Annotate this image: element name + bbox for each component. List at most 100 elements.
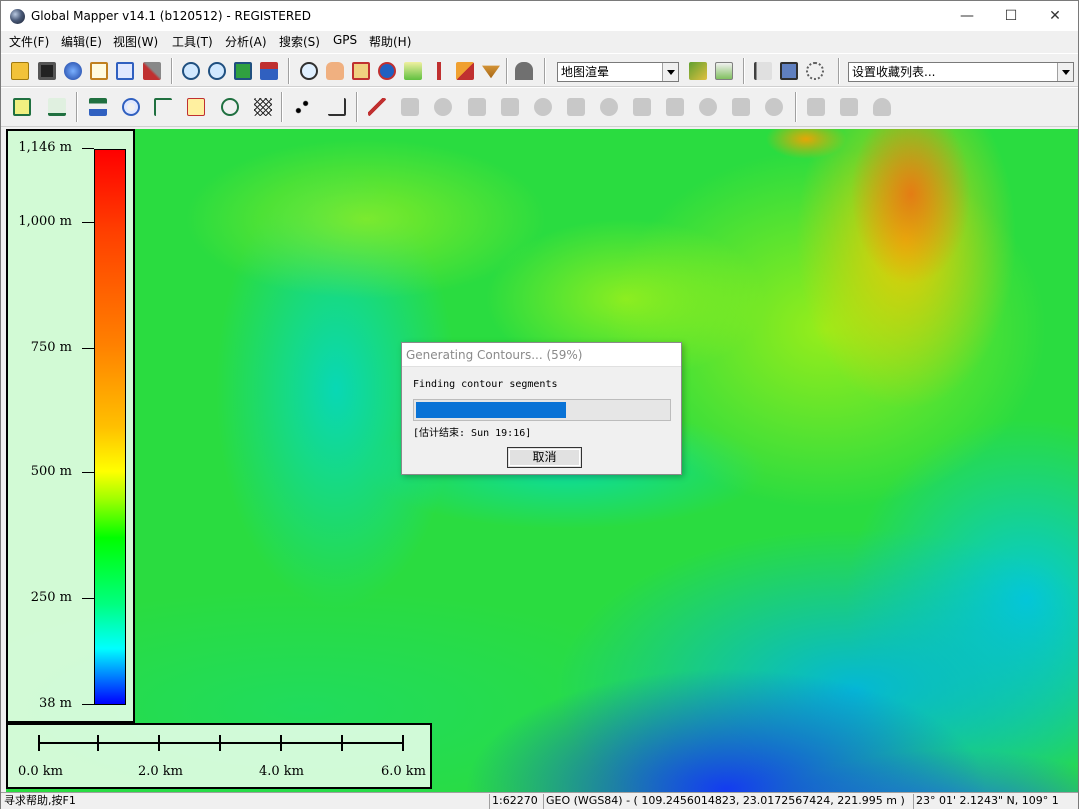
scale-tick (280, 735, 282, 751)
line-offset-button[interactable] (148, 91, 178, 123)
config-button[interactable] (112, 58, 138, 84)
disabled-tool-icon (534, 98, 552, 116)
control-center-button[interactable] (86, 58, 112, 84)
main-toolbar: 地图渲晕 设置收藏列表... (1, 53, 1078, 87)
disabled-tool-6[interactable] (561, 91, 591, 123)
menu-tools[interactable]: 工具(T) (172, 33, 213, 50)
zoom-in-button[interactable] (178, 58, 204, 84)
scale-tick (341, 735, 343, 751)
undo-button[interactable] (867, 91, 897, 123)
minimize-button[interactable]: — (944, 1, 990, 31)
crosshair-icon (806, 62, 824, 80)
disabled-tool-10[interactable] (693, 91, 723, 123)
zoom-out-button[interactable] (204, 58, 230, 84)
disabled-tool-9[interactable] (660, 91, 690, 123)
disabled-tool-14[interactable] (834, 91, 864, 123)
path-profile-button[interactable] (400, 58, 426, 84)
shader-select[interactable]: 地图渲晕 (557, 62, 679, 82)
hand-icon (326, 62, 344, 80)
layer-export-button[interactable] (776, 58, 802, 84)
disabled-tool-13[interactable] (801, 91, 831, 123)
zoom-tool-button[interactable] (296, 58, 322, 84)
disabled-tool-icon (840, 98, 858, 116)
stairs-button[interactable] (83, 91, 113, 123)
status-help: 寻求帮助,按F1 (4, 794, 76, 807)
disabled-tool-1[interactable] (395, 91, 425, 123)
chevron-down-icon[interactable] (662, 63, 678, 81)
app-window: Global Mapper v14.1 (b120512) - REGISTER… (0, 0, 1079, 809)
online-data-button[interactable] (60, 58, 86, 84)
3d-view-button[interactable] (511, 58, 537, 84)
draw-dropdown-button[interactable] (478, 58, 504, 84)
menu-help[interactable]: 帮助(H) (369, 33, 411, 50)
disabled-tool-12[interactable] (759, 91, 789, 123)
toolbar-separator (544, 58, 546, 84)
disabled-tool-11[interactable] (726, 91, 756, 123)
disabled-tool-8[interactable] (627, 91, 657, 123)
contour-button[interactable] (116, 91, 146, 123)
pan-tool-button[interactable] (322, 58, 348, 84)
disabled-tool-7[interactable] (594, 91, 624, 123)
zoom-out-icon (208, 62, 226, 80)
shader-icon (689, 62, 707, 80)
chevron-down-icon[interactable] (1057, 63, 1073, 81)
toolbar-separator (743, 58, 745, 84)
disabled-tool-5[interactable] (528, 91, 558, 123)
contour-icon (122, 98, 140, 116)
info-tool-button[interactable] (374, 58, 400, 84)
create-area-button[interactable] (7, 91, 37, 123)
shader-select-value: 地图渲晕 (561, 65, 610, 79)
legend-label: 250 m (30, 590, 72, 605)
menu-gps[interactable]: GPS (333, 33, 357, 47)
split-icon (328, 98, 346, 116)
dialog-eta: [估计结束: Sun 19:16] (413, 428, 532, 439)
zoom-in-icon (182, 62, 200, 80)
feature-edit-button[interactable] (362, 91, 392, 123)
digitizer-button[interactable] (452, 58, 478, 84)
coordinates-icon (187, 98, 205, 116)
split-button[interactable] (322, 91, 352, 123)
globe-icon (64, 62, 82, 80)
disabled-tool-4[interactable] (495, 91, 525, 123)
scale-label: 4.0 km (259, 764, 305, 779)
disabled-tool-icon (468, 98, 486, 116)
maximize-button[interactable]: ☐ (988, 1, 1034, 31)
color-ramp (94, 149, 126, 705)
legend-label: 1,000 m (18, 214, 72, 229)
close-button[interactable]: ✕ (1032, 1, 1078, 31)
menu-file[interactable]: 文件(F) (9, 33, 49, 50)
menu-edit[interactable]: 编辑(E) (61, 33, 102, 50)
measure-tool-button[interactable] (348, 58, 374, 84)
disabled-tool-2[interactable] (428, 91, 458, 123)
shader-options-button[interactable] (685, 58, 711, 84)
create-line-button[interactable] (42, 91, 72, 123)
gps-button[interactable] (802, 58, 828, 84)
scale-tick (402, 735, 404, 751)
home-button[interactable] (256, 58, 282, 84)
3d-render-button[interactable] (711, 58, 737, 84)
dialog-title-bar[interactable]: Generating Contours... (59%) (402, 343, 681, 367)
vertex-button[interactable] (287, 91, 317, 123)
menu-analysis[interactable]: 分析(A) (225, 33, 267, 50)
view-shed-button[interactable] (426, 58, 452, 84)
globe-icon (10, 9, 25, 24)
flag-icon (754, 62, 772, 80)
menu-search[interactable]: 搜索(S) (279, 33, 320, 50)
legend-tick (82, 704, 94, 705)
save-button[interactable] (34, 58, 60, 84)
zoom-extent-button[interactable] (230, 58, 256, 84)
rings-button[interactable] (215, 91, 245, 123)
layers-icon (780, 62, 798, 80)
disabled-tool-icon (501, 98, 519, 116)
title-bar: Global Mapper v14.1 (b120512) - REGISTER… (1, 1, 1078, 31)
flag-button[interactable] (750, 58, 776, 84)
cancel-button[interactable]: 取消 (507, 447, 582, 468)
offset-icon (154, 98, 172, 116)
disabled-tool-3[interactable] (462, 91, 492, 123)
grid-button[interactable] (248, 91, 278, 123)
coords-button[interactable] (181, 91, 211, 123)
tools-button[interactable] (139, 58, 165, 84)
open-folder-button[interactable] (7, 58, 33, 84)
favorites-select[interactable]: 设置收藏列表... (848, 62, 1074, 82)
menu-view[interactable]: 视图(W) (113, 33, 158, 50)
